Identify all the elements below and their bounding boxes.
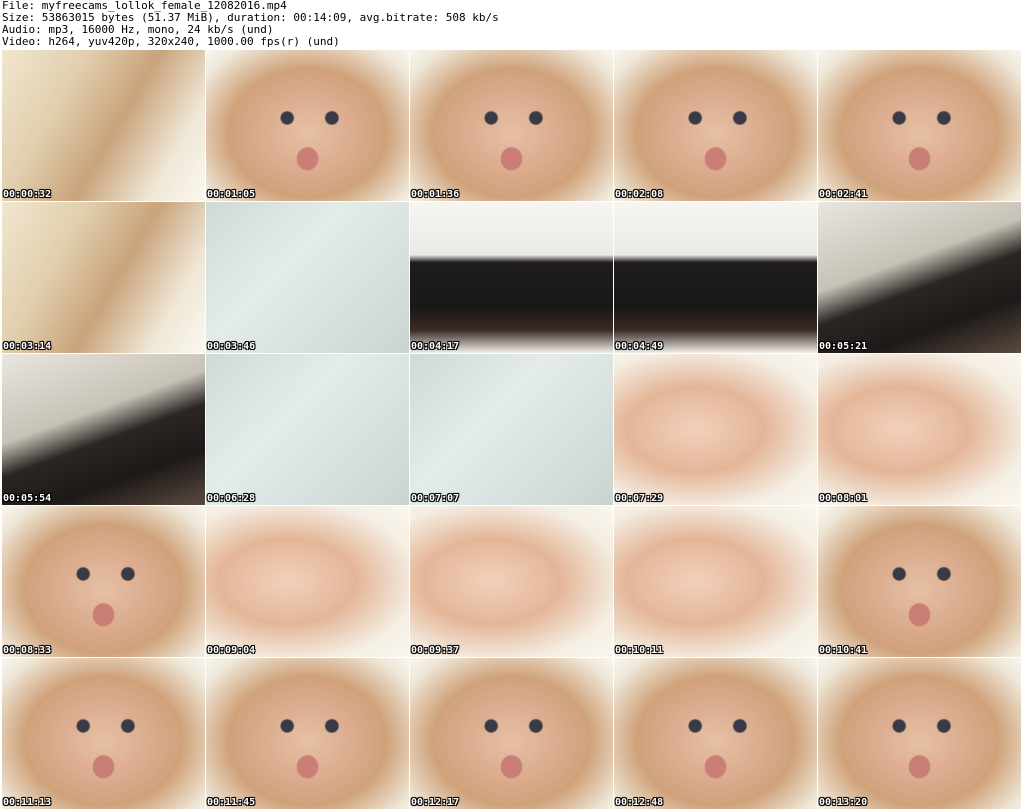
thumbnail-timestamp: 00:05:54 <box>3 493 52 504</box>
thumbnail: 00:08:01 <box>818 354 1021 505</box>
thumbnail: 00:07:07 <box>410 354 613 505</box>
thumbnail-timestamp: 00:04:17 <box>411 341 460 352</box>
thumbnail: 00:13:20 <box>818 658 1021 809</box>
thumbnail-timestamp: 00:07:29 <box>615 493 664 504</box>
thumbnail-grid: 00:00:32 00:01:05 00:01:36 00:02:08 00:0… <box>2 50 1022 809</box>
thumbnail-timestamp: 00:10:11 <box>615 645 664 656</box>
thumbnail-timestamp: 00:13:20 <box>819 797 868 808</box>
thumbnail: 00:10:41 <box>818 506 1021 657</box>
file-info-header: File: myfreecams_lollok_female_12082016.… <box>2 0 1022 48</box>
thumbnail-timestamp: 00:12:48 <box>615 797 664 808</box>
thumbnail-timestamp: 00:11:45 <box>207 797 256 808</box>
thumbnail: 00:12:17 <box>410 658 613 809</box>
thumbnail: 00:01:36 <box>410 50 613 201</box>
thumbnail-timestamp: 00:04:49 <box>615 341 664 352</box>
thumbnail: 00:06:28 <box>206 354 409 505</box>
thumbnail: 00:05:54 <box>2 354 205 505</box>
thumbnail-timestamp: 00:02:41 <box>819 189 868 200</box>
thumbnail: 00:12:48 <box>614 658 817 809</box>
thumbnail-timestamp: 00:10:41 <box>819 645 868 656</box>
thumbnail: 00:08:33 <box>2 506 205 657</box>
thumbnail-timestamp: 00:02:08 <box>615 189 664 200</box>
thumbnail: 00:07:29 <box>614 354 817 505</box>
thumbnail: 00:00:32 <box>2 50 205 201</box>
thumbnail: 00:01:05 <box>206 50 409 201</box>
thumbnail: 00:04:49 <box>614 202 817 353</box>
thumbnail: 00:03:46 <box>206 202 409 353</box>
thumbnail-timestamp: 00:08:33 <box>3 645 52 656</box>
thumbnail-timestamp: 00:07:07 <box>411 493 460 504</box>
thumbnail-timestamp: 00:09:04 <box>207 645 256 656</box>
thumbnail: 00:11:45 <box>206 658 409 809</box>
thumbnail-timestamp: 00:03:46 <box>207 341 256 352</box>
thumbnail-timestamp: 00:11:13 <box>3 797 52 808</box>
thumbnail: 00:09:04 <box>206 506 409 657</box>
thumbnail-timestamp: 00:03:14 <box>3 341 52 352</box>
thumbnail: 00:02:08 <box>614 50 817 201</box>
thumbnail: 00:11:13 <box>2 658 205 809</box>
thumbnail: 00:10:11 <box>614 506 817 657</box>
thumbnail-timestamp: 00:05:21 <box>819 341 868 352</box>
thumbnail: 00:03:14 <box>2 202 205 353</box>
thumbnail: 00:05:21 <box>818 202 1021 353</box>
thumbnail-timestamp: 00:08:01 <box>819 493 868 504</box>
thumbnail-timestamp: 00:00:32 <box>3 189 52 200</box>
video-info-line: Video: h264, yuv420p, 320x240, 1000.00 f… <box>2 35 340 48</box>
thumbnail-timestamp: 00:12:17 <box>411 797 460 808</box>
thumbnail-timestamp: 00:09:37 <box>411 645 460 656</box>
thumbnail-timestamp: 00:01:36 <box>411 189 460 200</box>
thumbnail-timestamp: 00:01:05 <box>207 189 256 200</box>
thumbnail: 00:02:41 <box>818 50 1021 201</box>
thumbnail-timestamp: 00:06:28 <box>207 493 256 504</box>
thumbnail: 00:09:37 <box>410 506 613 657</box>
thumbnail: 00:04:17 <box>410 202 613 353</box>
